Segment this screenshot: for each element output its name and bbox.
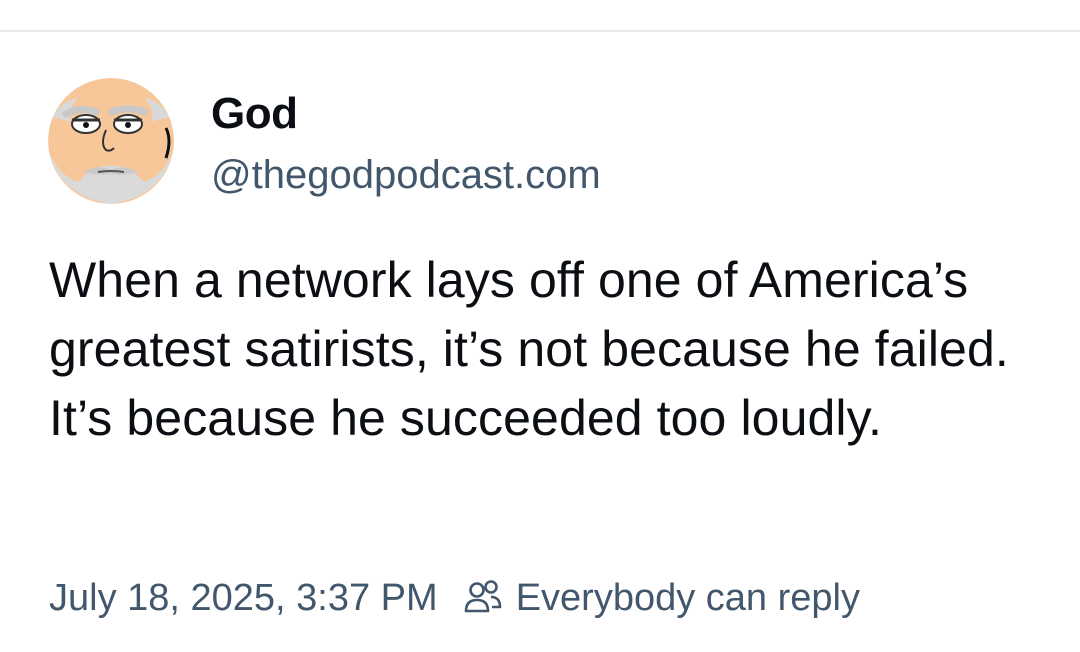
post-page: God @thegodpodcast.com When a network la… <box>0 0 1080 652</box>
cartoon-bald-face-avatar-icon <box>48 78 174 204</box>
avatar[interactable] <box>48 78 174 204</box>
reply-setting-label: Everybody can reply <box>515 576 860 619</box>
reply-setting-button[interactable]: Everybody can reply <box>462 577 860 620</box>
people-icon <box>462 577 504 619</box>
post-meta: July 18, 2025, 3:37 PM Everybody can rep… <box>49 570 860 626</box>
post-text: When a network lays off one of America’s… <box>49 252 1009 446</box>
author-handle[interactable]: @thegodpodcast.com <box>211 150 601 200</box>
post-timestamp[interactable]: July 18, 2025, 3:37 PM <box>49 577 438 620</box>
post-thread-item: God @thegodpodcast.com When a network la… <box>0 32 1080 652</box>
author-display-name[interactable]: God <box>211 88 298 140</box>
